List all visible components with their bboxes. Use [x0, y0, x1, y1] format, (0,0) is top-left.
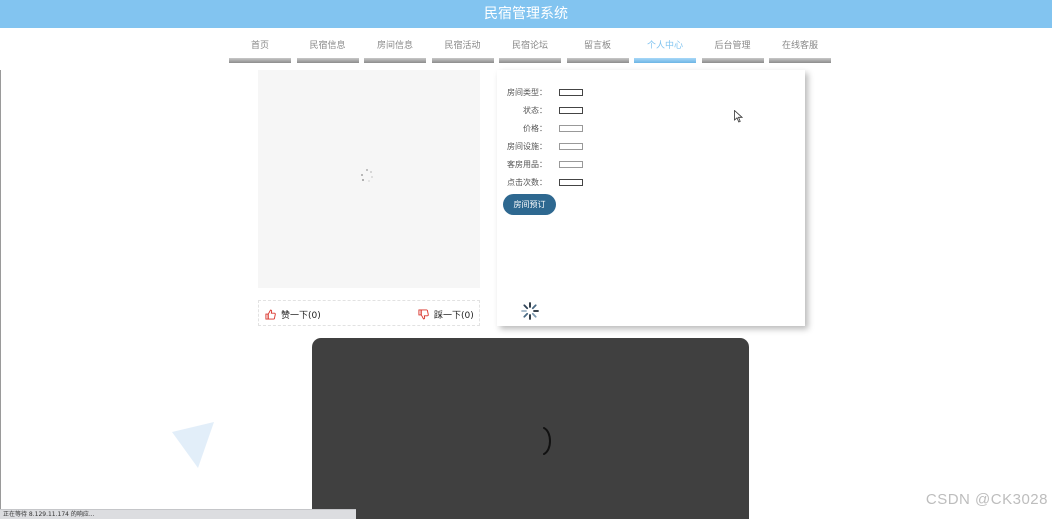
site-title: 民宿管理系统 [484, 6, 568, 22]
field-value-amenities [559, 161, 583, 168]
field-label-facilities: 房间设施： [507, 142, 547, 151]
nav-item-online-service[interactable]: 在线客服 [769, 37, 831, 63]
nav-item-message-board[interactable]: 留言板 [566, 37, 629, 63]
video-spinner-icon [543, 427, 551, 455]
mouse-pointer-icon [734, 110, 743, 123]
nav-item-forum[interactable]: 民宿论坛 [499, 37, 561, 63]
card-spinner-icon [521, 302, 539, 320]
field-label-amenities: 客房用品： [507, 160, 547, 169]
nav-item-personal-center[interactable]: 个人中心 [634, 37, 696, 63]
book-room-button[interactable]: 房间预订 [503, 194, 556, 215]
page: 民宿管理系统 首页 民宿信息 房间信息 民宿活动 民宿论坛 留言板 个人中心 后… [0, 0, 1052, 519]
decorative-triangle-icon [172, 422, 214, 468]
dislike-button[interactable]: 踩一下(0) [418, 301, 474, 327]
field-value-click-count [559, 179, 583, 186]
nav-item-room-info[interactable]: 房间信息 [364, 37, 426, 63]
field-label-click-count: 点击次数： [507, 178, 547, 187]
field-label-price: 价格： [523, 124, 547, 133]
field-value-facilities [559, 143, 583, 150]
nav-item-homestay-info[interactable]: 民宿信息 [296, 37, 359, 63]
watermark: CSDN @CK3028 [925, 491, 1048, 508]
site-header: 民宿管理系统 [0, 0, 1052, 28]
content-left-border [0, 70, 1, 519]
status-bar-text: 正在等待 8.129.11.174 的响应... [3, 511, 95, 518]
dislike-count-label: 踩一下(0) [434, 310, 474, 321]
field-value-status [559, 107, 583, 114]
video-player[interactable] [312, 338, 749, 519]
field-value-room-type [559, 89, 583, 96]
thumbs-up-icon [265, 309, 276, 320]
nav-item-home[interactable]: 首页 [229, 37, 291, 63]
field-label-status: 状态： [523, 106, 547, 115]
field-label-room-type: 房间类型： [507, 88, 547, 97]
nav-item-activities[interactable]: 民宿活动 [431, 37, 494, 63]
field-value-price [559, 125, 583, 132]
thumbs-down-icon [418, 308, 429, 319]
nav-item-admin[interactable]: 后台管理 [701, 37, 764, 63]
like-count-label: 赞一下(0) [281, 310, 321, 321]
image-spinner-icon [361, 169, 373, 182]
like-button[interactable]: 赞一下(0) [265, 301, 321, 327]
browser-status-bar: 正在等待 8.129.11.174 的响应... [0, 509, 356, 519]
vote-bar: 赞一下(0) 踩一下(0) [258, 300, 480, 326]
main-nav: 首页 民宿信息 房间信息 民宿活动 民宿论坛 留言板 个人中心 后台管理 在线客… [229, 37, 837, 65]
